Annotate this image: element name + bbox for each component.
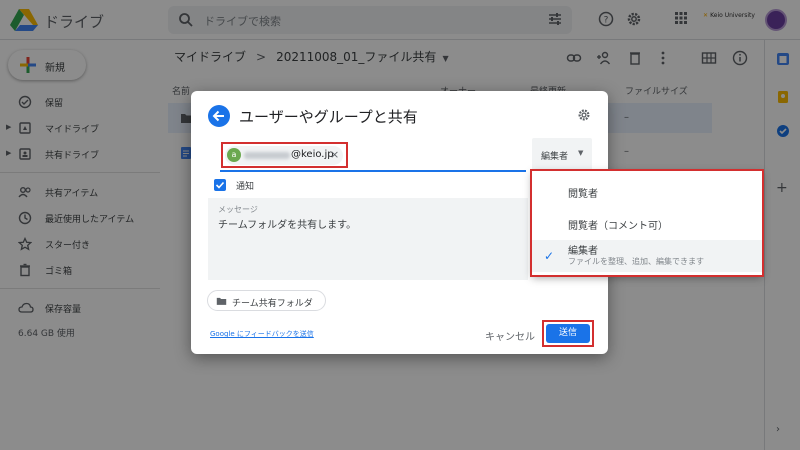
recipient-chip[interactable]: a @keio.jp × — [225, 146, 343, 165]
folder-icon — [216, 297, 227, 305]
team-folder-label: チーム共有フォルダ — [232, 299, 313, 309]
message-field[interactable]: メッセージ チームフォルダを共有します。 — [208, 198, 528, 280]
message-text[interactable]: チームフォルダを共有します。 — [218, 216, 356, 231]
back-arrow-icon — [212, 110, 224, 122]
recipient-avatar: a — [227, 148, 241, 162]
close-icon[interactable]: × — [330, 148, 339, 161]
redacted-email — [244, 152, 290, 159]
send-button[interactable]: 送信 — [546, 324, 590, 343]
recipient-email: @keio.jp — [291, 149, 334, 160]
back-button[interactable] — [208, 105, 230, 127]
recipient-input-underline — [220, 170, 526, 172]
message-caption: メッセージ — [218, 205, 258, 214]
notify-label: 通知 — [236, 182, 255, 192]
role-select-value: 編集者 — [541, 152, 569, 162]
role-menu-highlight — [530, 169, 764, 277]
check-icon — [215, 181, 225, 189]
feedback-link[interactable]: Google にフィードバックを送信 — [210, 329, 314, 339]
cancel-button[interactable]: キャンセル — [485, 328, 535, 343]
role-select[interactable]: 編集者 ▼ — [532, 138, 592, 171]
team-folder-chip[interactable]: チーム共有フォルダ — [207, 290, 326, 311]
notify-checkbox[interactable] — [214, 179, 226, 191]
settings-icon[interactable] — [577, 108, 591, 122]
chevron-down-icon: ▼ — [578, 149, 584, 157]
dialog-title: ユーザーやグループと共有 — [239, 108, 418, 126]
